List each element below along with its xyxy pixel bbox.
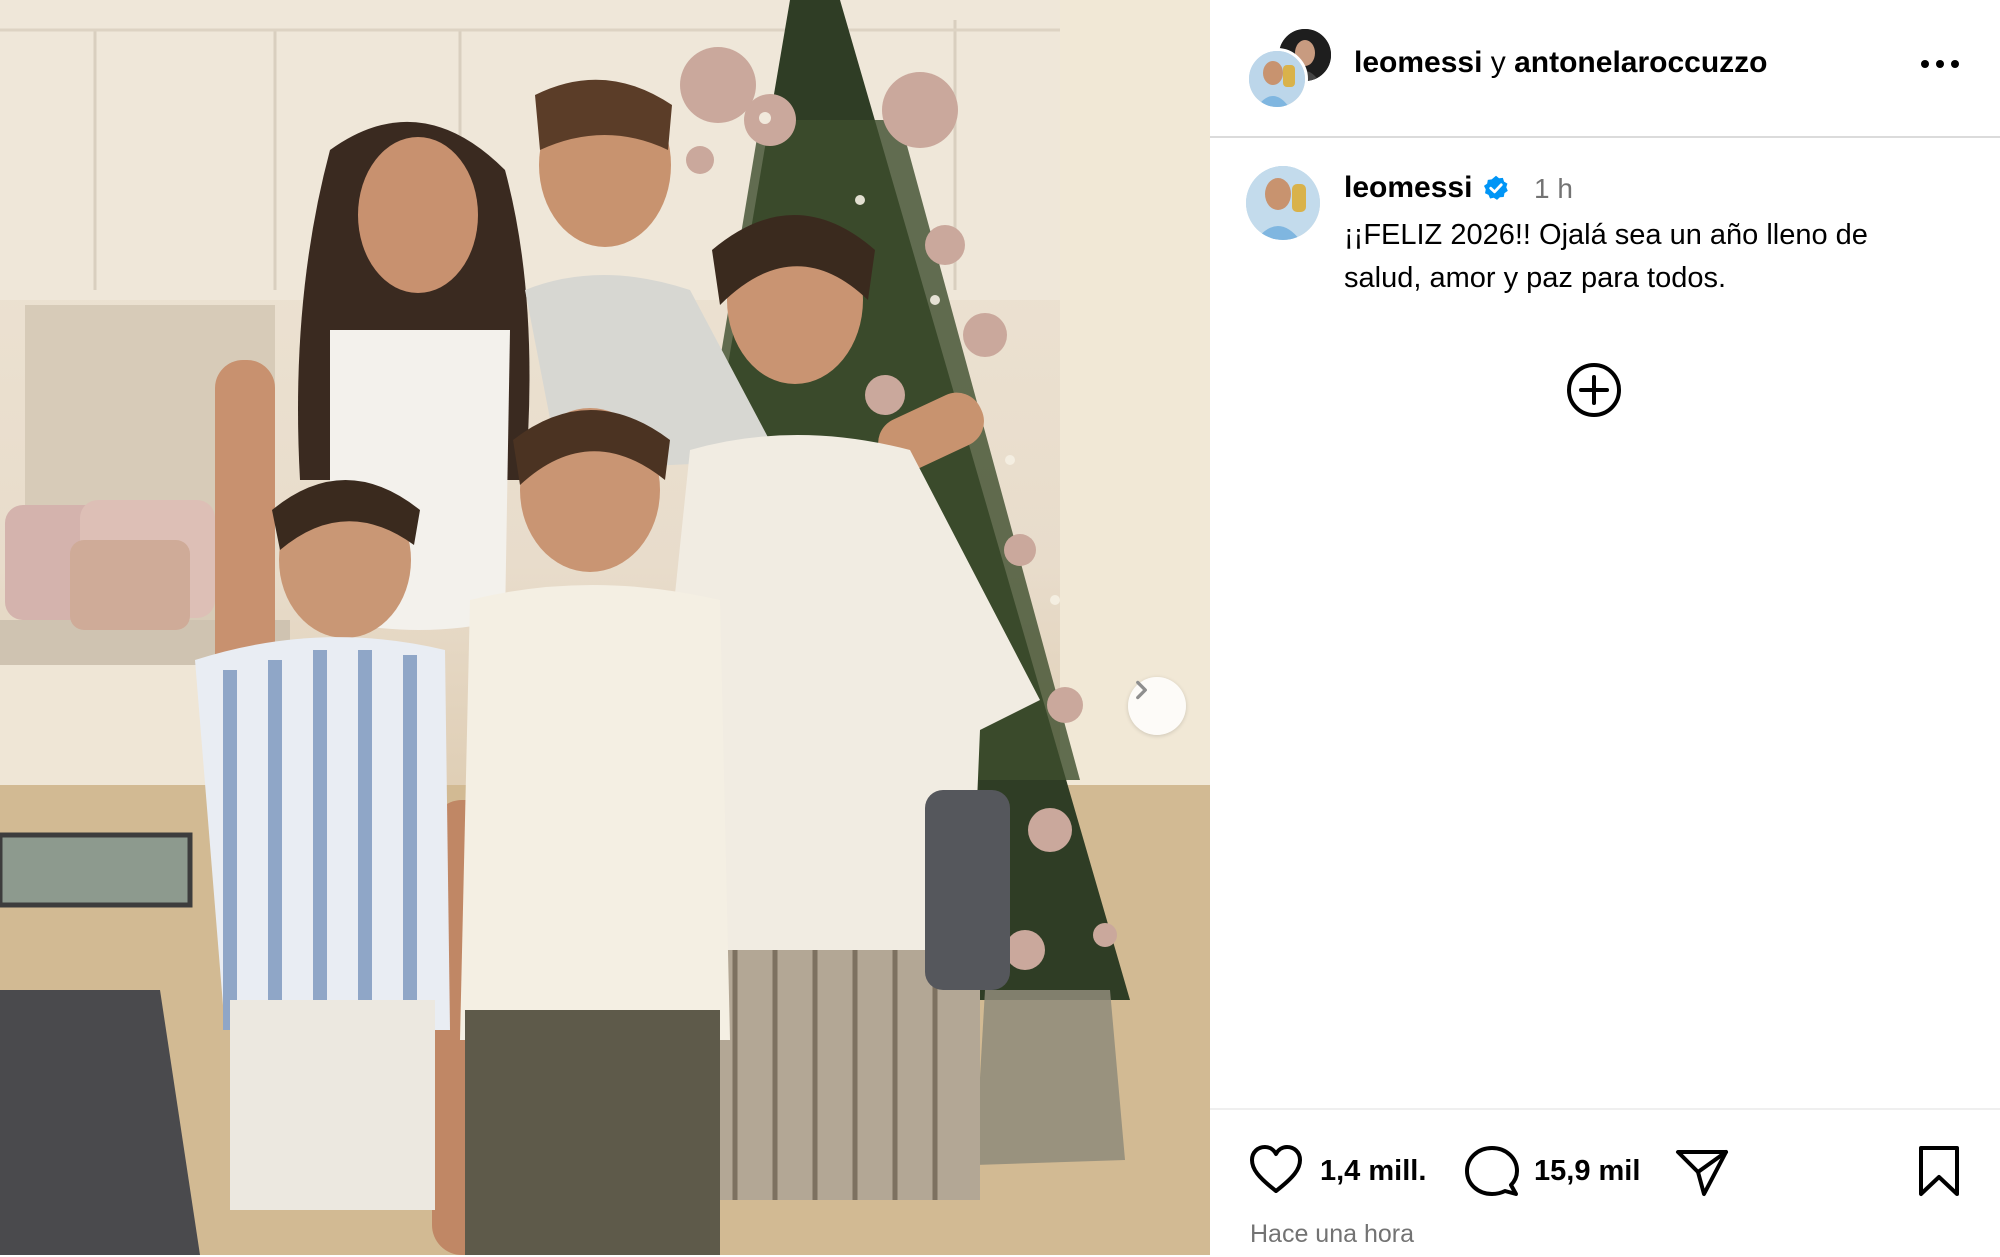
heart-icon [1250, 1145, 1302, 1193]
verified-badge-icon [1484, 175, 1509, 200]
instagram-post: leomessi y antonelaroccuzzo leomessi 1 h… [0, 0, 2000, 1255]
collab-avatars[interactable] [1246, 26, 1334, 110]
username-link-leomessi[interactable]: leomessi [1354, 46, 1482, 79]
bookmark-icon [1919, 1146, 1959, 1196]
send-icon [1676, 1150, 1728, 1196]
comment-button[interactable] [1464, 1144, 1520, 1198]
chevron-right-icon [1136, 680, 1147, 700]
carousel-next-button[interactable] [1128, 677, 1186, 735]
username-link-antonelaroccuzzo[interactable]: antonelaroccuzzo [1514, 46, 1767, 79]
more-horizontal-icon [1921, 60, 1959, 68]
caption-username[interactable]: leomessi [1344, 171, 1472, 205]
likes-count[interactable]: 1,4 mill. [1320, 1155, 1426, 1188]
post-actions-bar: 1,4 mill. 15,9 mil Hace una hora [1210, 1108, 2000, 1257]
save-button[interactable] [1916, 1144, 1962, 1198]
comment-icon [1465, 1146, 1519, 1196]
comments-count[interactable]: 15,9 mil [1534, 1155, 1640, 1188]
avatar-image [1246, 166, 1320, 240]
collab-separator: y [1490, 46, 1506, 79]
more-options-button[interactable] [1910, 42, 1970, 86]
like-button[interactable] [1248, 1144, 1304, 1196]
post-header: leomessi y antonelaroccuzzo [1210, 0, 2000, 138]
collab-usernames: leomessi y antonelaroccuzzo [1354, 46, 1767, 80]
post-timestamp[interactable]: Hace una hora [1250, 1220, 1414, 1249]
caption-text: ¡¡FELIZ 2026!! Ojalá sea un año lleno de… [1344, 219, 1868, 294]
family-photo-illustration [0, 0, 1210, 1255]
load-more-comments-button[interactable] [1564, 360, 1624, 420]
caption-section: leomessi 1 h ¡¡FELIZ 2026!! Ojalá sea un… [1210, 138, 2000, 1108]
plus-circle-icon [1567, 363, 1621, 417]
post-side-panel: leomessi y antonelaroccuzzo leomessi 1 h… [1210, 0, 2000, 1255]
avatar-image [1249, 51, 1305, 107]
avatar-leomessi[interactable] [1246, 48, 1308, 110]
caption-username-row: leomessi [1344, 171, 1510, 205]
caption-avatar[interactable] [1246, 166, 1320, 240]
share-button[interactable] [1674, 1146, 1730, 1198]
post-photo[interactable] [0, 0, 1210, 1255]
caption-time: 1 h [1534, 173, 1573, 204]
